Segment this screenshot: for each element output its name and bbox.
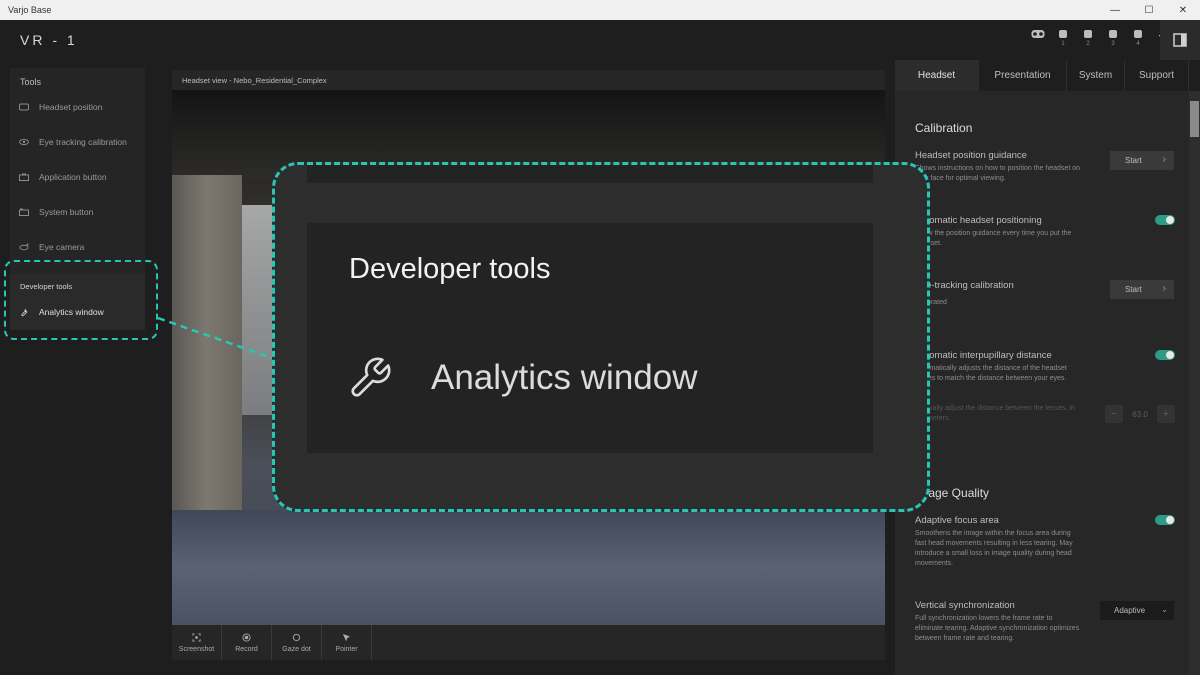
developer-tools-highlight bbox=[4, 260, 158, 340]
zoom-developer-tools-header: Developer tools bbox=[349, 253, 551, 285]
zoom-analytics-window-label: Analytics window bbox=[431, 358, 698, 397]
zoom-analytics-window-item[interactable]: Analytics window bbox=[347, 353, 698, 403]
app-window: Varjo Base — ☐ ✕ VR - 1 1 2 3 4 + bbox=[0, 0, 1200, 675]
zoom-developer-tools-panel: Developer tools Analytics window bbox=[307, 223, 873, 453]
zoom-callout: Developer tools Analytics window bbox=[272, 162, 930, 512]
zoom-top-strip bbox=[307, 165, 873, 183]
wrench-icon bbox=[351, 357, 391, 397]
